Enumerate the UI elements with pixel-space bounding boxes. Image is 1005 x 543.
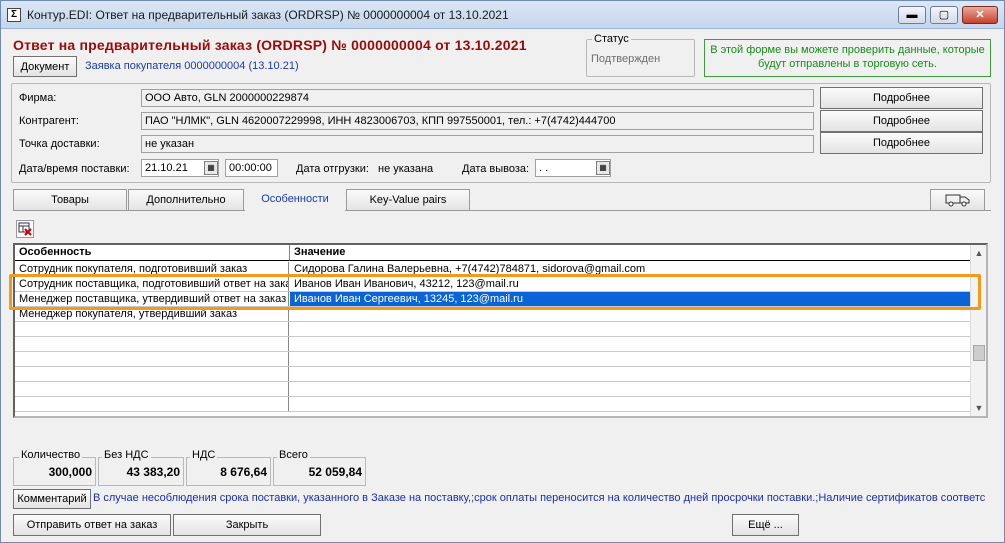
window-title: Контур.EDI: Ответ на предварительный зак… <box>27 8 509 22</box>
buyer-order-link[interactable]: Заявка покупателя 0000000004 (13.10.21) <box>85 60 299 72</box>
column-header-value[interactable]: Значение <box>290 245 972 261</box>
empty-row <box>15 397 972 412</box>
counterparty-field[interactable]: ПАО "НЛМК", GLN 4620007229998, ИНН 48230… <box>141 112 814 130</box>
truck-icon <box>945 194 969 207</box>
quantity-label: Количество <box>19 449 83 461</box>
total-value: 52 059,84 <box>308 465 362 479</box>
vat-value: 8 676,64 <box>220 465 267 479</box>
table-row[interactable]: Сотрудник покупателя, подготовивший зака… <box>15 262 972 277</box>
table-row[interactable]: Менеджер покупателя, утвердивший заказ <box>15 307 972 322</box>
delivery-point-details-button[interactable]: Подробнее <box>820 132 983 154</box>
vat-label: НДС <box>190 449 218 461</box>
feature-cell: Менеджер поставщика, утвердивший ответ н… <box>15 292 289 306</box>
tab-divider <box>13 210 991 211</box>
tab-additional[interactable]: Дополнительно <box>128 189 244 210</box>
firm-field[interactable]: ООО Авто, GLN 2000000229874 <box>141 89 814 107</box>
delete-row-button[interactable] <box>16 220 34 238</box>
document-button[interactable]: Документ <box>13 56 77 77</box>
shipment-date-value: не указана <box>378 163 434 175</box>
maximize-button[interactable]: ▢ <box>930 6 958 24</box>
counterparty-label: Контрагент: <box>19 115 79 127</box>
tab-key-value[interactable]: Key-Value pairs <box>346 189 470 210</box>
feature-cell: Сотрудник покупателя, подготовивший зака… <box>15 262 289 276</box>
title-bar[interactable]: Σ Контур.EDI: Ответ на предварительный з… <box>1 1 1004 29</box>
more-button[interactable]: Ещё ... <box>732 514 799 536</box>
send-response-button[interactable]: Отправить ответ на заказ <box>13 514 171 536</box>
without-vat-label: Без НДС <box>102 449 151 461</box>
status-value: Подтвержден <box>591 53 661 65</box>
empty-row <box>15 382 972 397</box>
minimize-button[interactable]: ▬ <box>898 6 926 24</box>
scroll-thumb[interactable] <box>973 345 985 361</box>
grid-scrollbar[interactable]: ▲ ▼ <box>970 245 986 416</box>
value-cell[interactable]: Иванов Иван Иванович, 43212, 123@mail.ru <box>290 277 972 291</box>
close-button[interactable]: Закрыть <box>173 514 321 536</box>
counterparty-details-button[interactable]: Подробнее <box>820 110 983 132</box>
calendar-icon[interactable]: ▦ <box>204 161 218 175</box>
page-title: Ответ на предварительный заказ (ORDRSP) … <box>13 37 527 53</box>
value-cell[interactable]: Иванов Иван Сергеевич, 13245, 123@mail.r… <box>290 292 972 306</box>
table-row-selected[interactable]: Менеджер поставщика, утвердивший ответ н… <box>15 292 972 307</box>
info-message: В этой форме вы можете проверить данные,… <box>704 39 991 77</box>
empty-row <box>15 337 972 352</box>
empty-row <box>15 367 972 382</box>
empty-row <box>15 352 972 367</box>
close-window-button[interactable]: ✕ <box>962 6 998 24</box>
shipment-date-label: Дата отгрузки: <box>296 163 369 175</box>
value-cell[interactable]: Сидорова Галина Валерьевна, +7(4742)7848… <box>290 262 972 276</box>
value-cell[interactable] <box>290 307 972 321</box>
comment-button[interactable]: Комментарий <box>13 489 91 509</box>
pickup-date-label: Дата вывоза: <box>462 163 530 175</box>
delivery-time-input[interactable]: 00:00:00 <box>225 159 278 177</box>
comment-text: В случае несоблюдения срока поставки, ук… <box>93 492 986 504</box>
delete-row-icon <box>18 222 32 236</box>
quantity-value: 300,000 <box>48 465 92 479</box>
app-icon: Σ <box>7 8 21 22</box>
scroll-down-icon[interactable]: ▼ <box>971 400 986 416</box>
delivery-truck-button[interactable] <box>930 189 985 210</box>
without-vat-value: 43 383,20 <box>126 465 180 479</box>
tab-goods[interactable]: Товары <box>13 189 127 210</box>
features-grid[interactable]: Особенность Значение Сотрудник покупател… <box>13 243 988 418</box>
calendar-icon[interactable]: ▦ <box>596 161 610 175</box>
delivery-point-field[interactable]: не указан <box>141 135 814 153</box>
empty-row <box>15 322 972 337</box>
status-label: Статус <box>592 33 631 45</box>
delivery-point-label: Точка доставки: <box>19 138 100 150</box>
feature-cell: Сотрудник поставщика, подготовивший отве… <box>15 277 289 291</box>
table-row[interactable]: Сотрудник поставщика, подготовивший отве… <box>15 277 972 292</box>
column-header-feature[interactable]: Особенность <box>15 245 290 261</box>
scroll-up-icon[interactable]: ▲ <box>971 245 986 261</box>
main-window: Σ Контур.EDI: Ответ на предварительный з… <box>0 0 1005 543</box>
feature-cell: Менеджер покупателя, утвердивший заказ <box>15 307 289 321</box>
delivery-datetime-label: Дата/время поставки: <box>19 163 130 175</box>
firm-details-button[interactable]: Подробнее <box>820 87 983 109</box>
firm-label: Фирма: <box>19 92 57 104</box>
tab-features[interactable]: Особенности <box>245 188 345 211</box>
total-label: Всего <box>277 449 310 461</box>
